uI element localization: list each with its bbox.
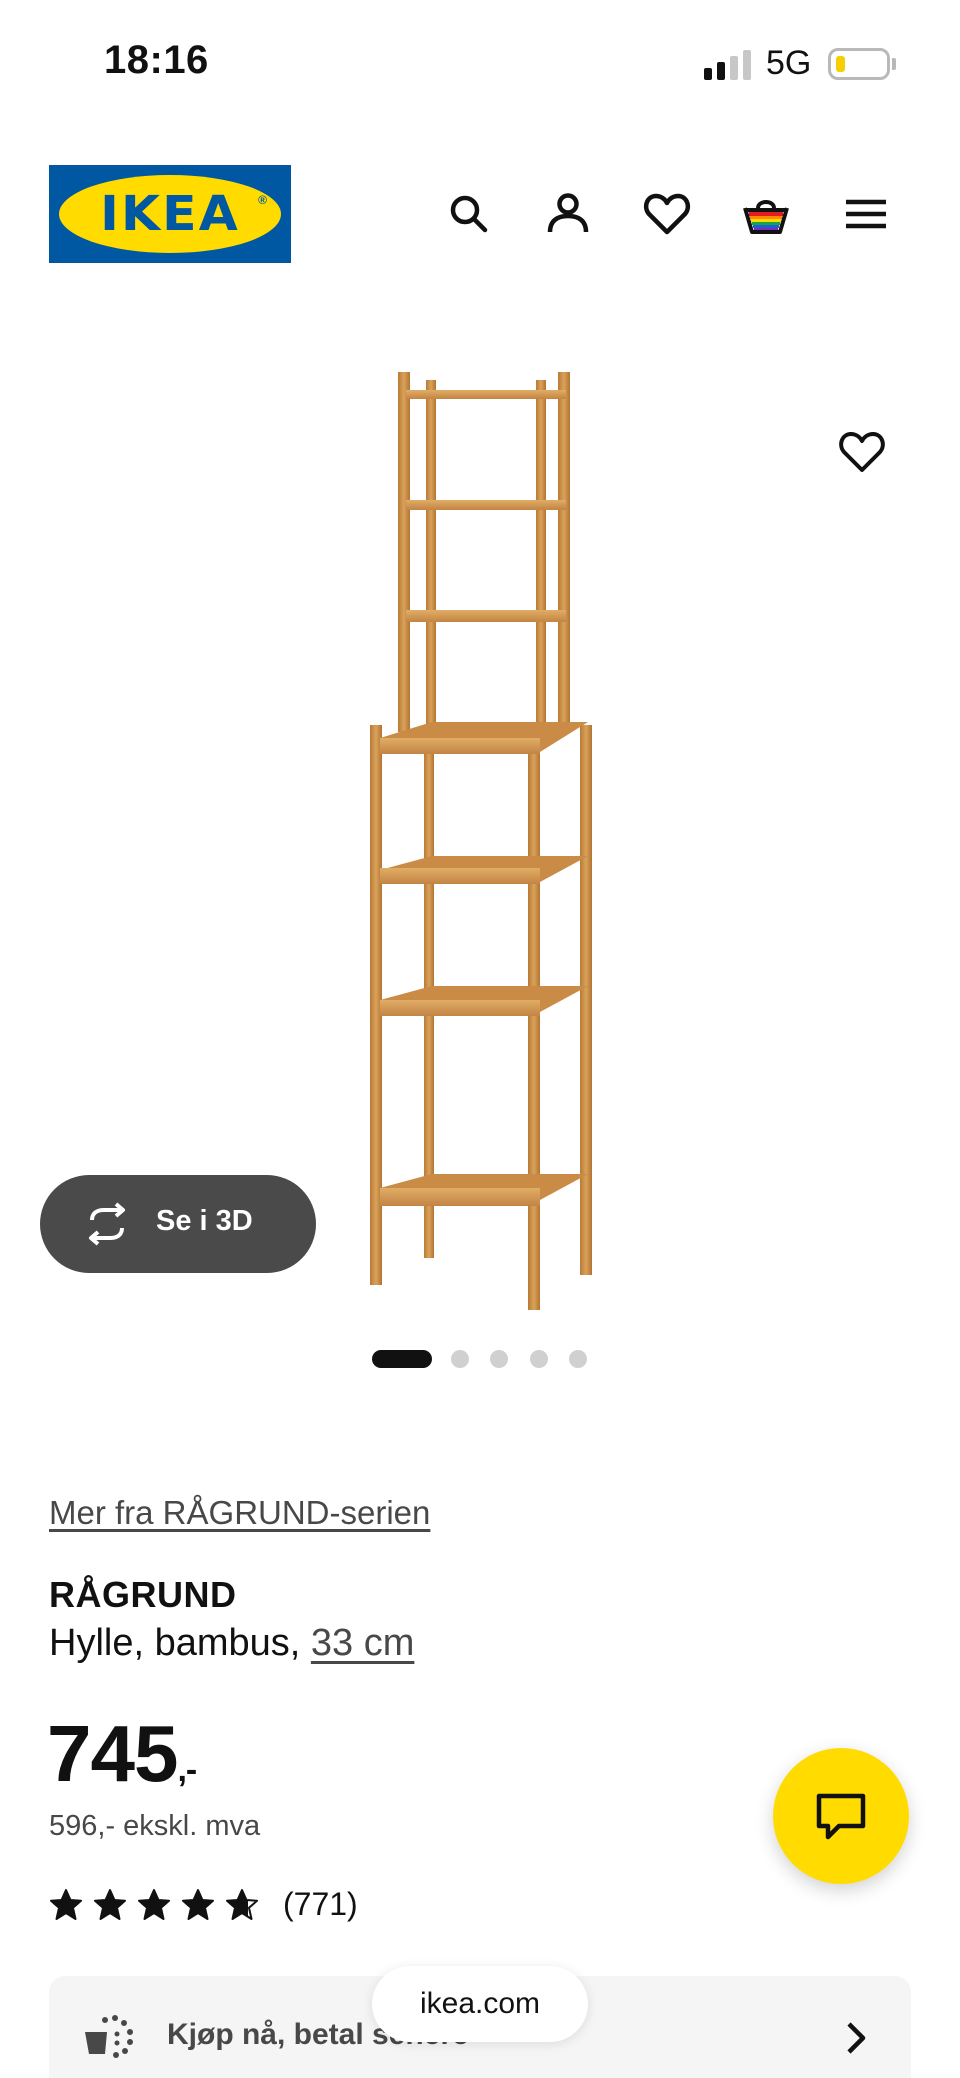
- rating-star: [182, 1889, 214, 1920]
- shopping-bag-icon[interactable]: [740, 188, 792, 240]
- search-icon[interactable]: [443, 188, 495, 240]
- product-description: Hylle, bambus, 33 cm: [49, 1622, 414, 1665]
- browser-url-bar[interactable]: ikea.com: [372, 1966, 588, 2042]
- rating-star: [138, 1889, 170, 1920]
- favorite-heart-icon[interactable]: [836, 426, 888, 478]
- network-label: 5G: [766, 44, 812, 82]
- pagination-dot[interactable]: [569, 1350, 587, 1368]
- logo-text: IKEA: [100, 186, 240, 242]
- logo-registered-mark: ®: [258, 193, 267, 207]
- signal-icon: [704, 50, 752, 80]
- pagination-dot[interactable]: [451, 1350, 469, 1368]
- product-name: RÅGRUND: [49, 1574, 237, 1615]
- product-gallery[interactable]: Se i 3D: [0, 300, 960, 1368]
- view-3d-button[interactable]: Se i 3D: [40, 1175, 316, 1273]
- product-image: [370, 372, 592, 1310]
- logo-ellipse: IKEA ®: [59, 175, 281, 253]
- pagination-dot[interactable]: [530, 1350, 548, 1368]
- chevron-right-icon: [847, 2022, 866, 2054]
- image-pagination: [0, 1350, 960, 1370]
- menu-icon[interactable]: [840, 188, 892, 240]
- site-header: IKEA ®: [0, 160, 960, 270]
- price-value: 745: [47, 1709, 178, 1798]
- profile-icon[interactable]: [542, 188, 594, 240]
- view-3d-label: Se i 3D: [156, 1205, 253, 1237]
- battery-icon: [828, 48, 890, 80]
- rating-star: [94, 1889, 126, 1920]
- status-bar: 18:16 5G: [0, 0, 960, 130]
- rating-star: [226, 1889, 258, 1920]
- rotate-icon: [89, 1202, 125, 1246]
- chat-button[interactable]: [773, 1748, 909, 1884]
- status-time: 18:16: [104, 38, 209, 82]
- price: 745,-: [47, 1708, 197, 1800]
- size-link[interactable]: 33 cm: [311, 1622, 414, 1664]
- heart-icon[interactable]: [641, 188, 693, 240]
- price-excl-vat: 596,- ekskl. mva: [49, 1810, 261, 1842]
- product-description-text: Hylle, bambus,: [49, 1622, 311, 1664]
- battery-cap: [892, 58, 896, 70]
- price-suffix: ,-: [177, 1751, 197, 1789]
- pay-later-icon: [85, 2015, 133, 2058]
- battery-fill: [836, 56, 845, 72]
- chat-icon: [816, 1793, 866, 1840]
- review-count[interactable]: (771): [283, 1886, 358, 1923]
- ikea-logo[interactable]: IKEA ®: [49, 165, 291, 263]
- rating-stars: [49, 1888, 263, 1924]
- series-link[interactable]: Mer fra RÅGRUND-serien: [49, 1494, 430, 1532]
- rating-star: [50, 1889, 82, 1920]
- pagination-dot[interactable]: [490, 1350, 508, 1368]
- pagination-dot-active[interactable]: [372, 1350, 432, 1368]
